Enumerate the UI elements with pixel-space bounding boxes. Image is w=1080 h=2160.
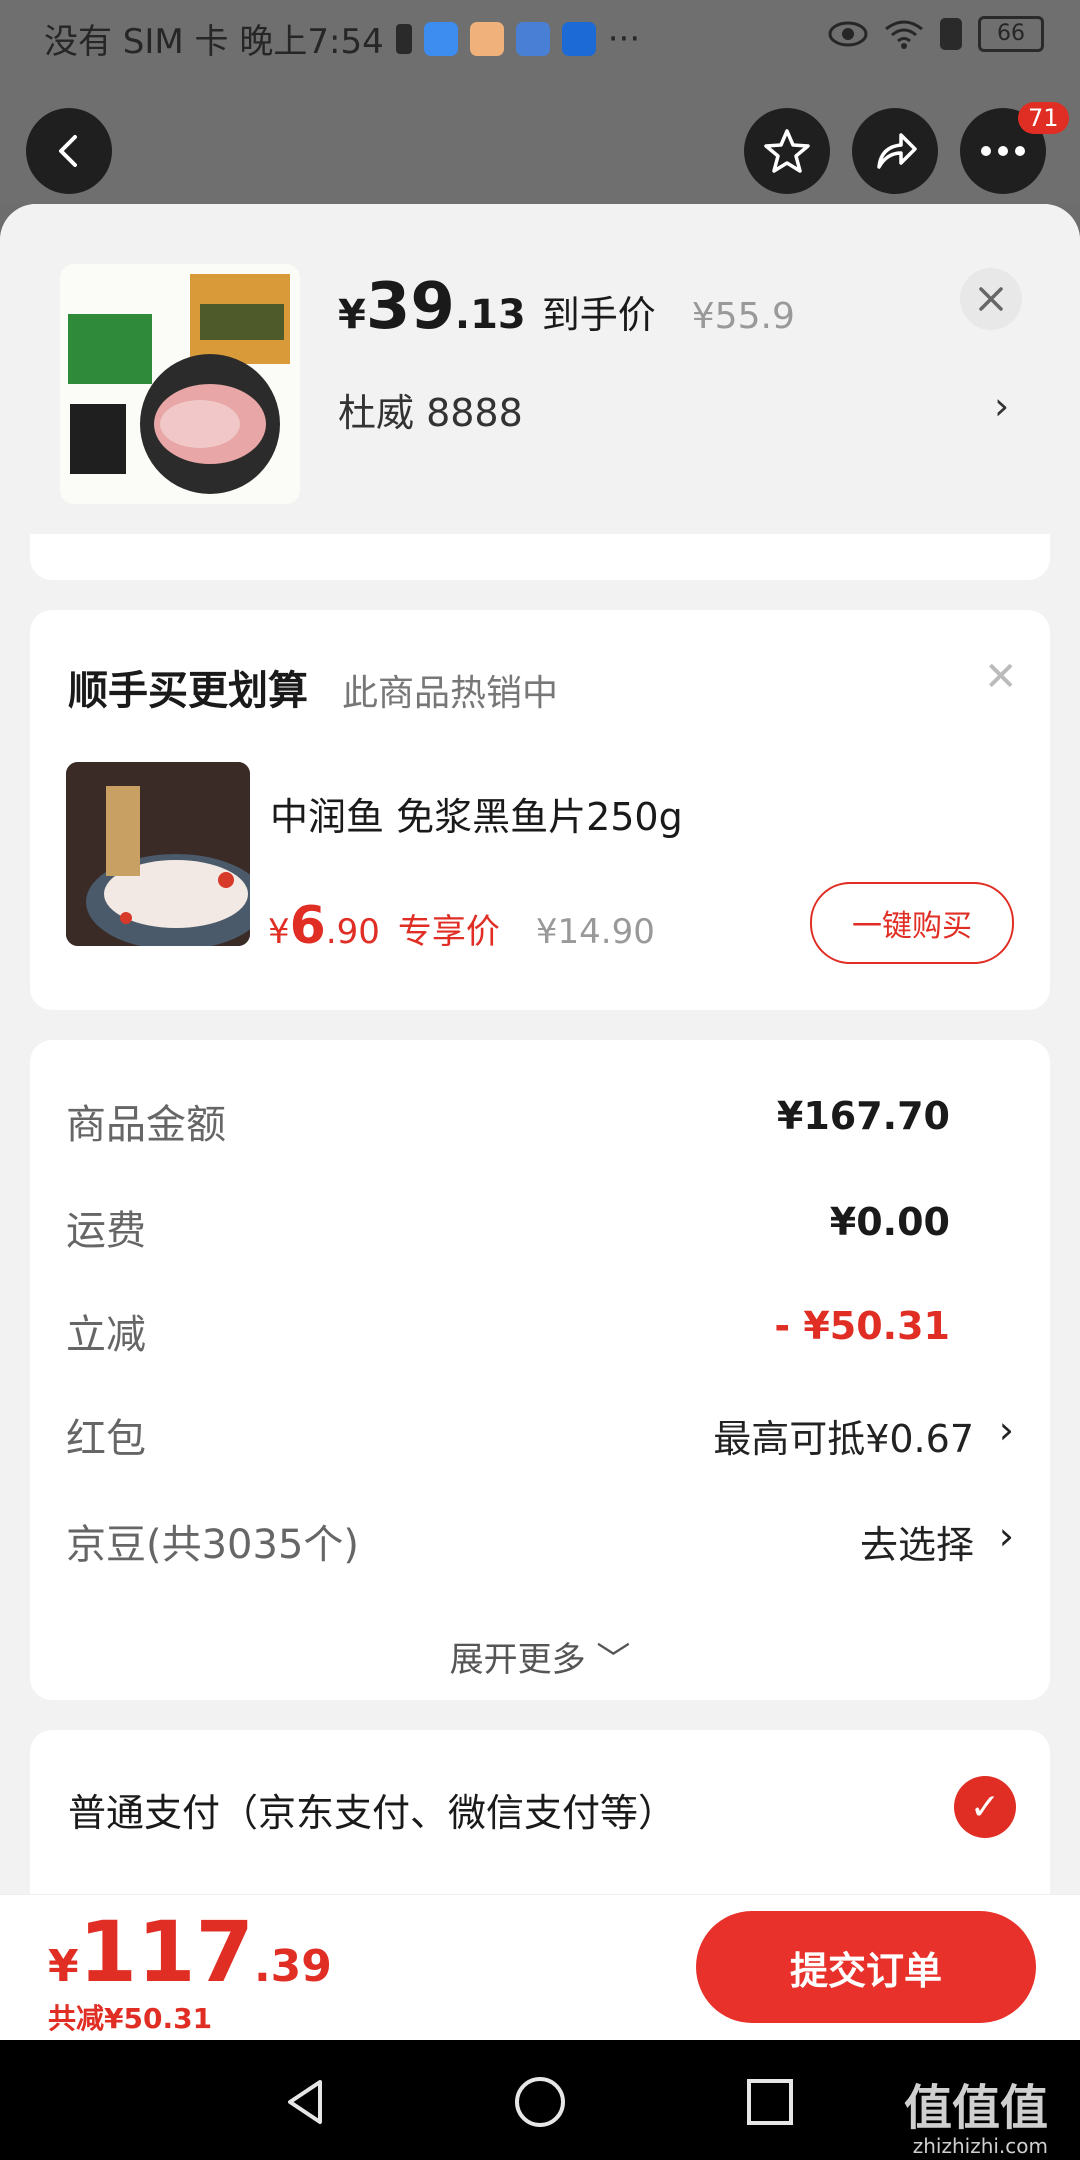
final-price-label: 到手价 xyxy=(541,293,656,337)
summary-label: 红包 xyxy=(66,1416,146,1462)
star-icon xyxy=(764,129,810,173)
upsell-currency: ¥ xyxy=(268,912,290,952)
close-icon xyxy=(979,287,1003,311)
chevron-down-icon: ﹀ xyxy=(596,1640,631,1680)
close-sheet-button[interactable] xyxy=(960,268,1022,330)
fish-fillet-image xyxy=(66,762,250,946)
summary-value: 最高可抵¥0.67 xyxy=(713,1417,974,1461)
nav-recents-icon[interactable] xyxy=(744,2076,796,2128)
favorite-button[interactable] xyxy=(744,108,830,194)
watermark-domain: zhizhizhi.com xyxy=(912,2134,1048,2158)
system-nav-bar: 值值值 zhizhizhi.com xyxy=(0,2040,1080,2160)
upsell-card: 顺手买更划算 此商品热销中 ✕ 中润鱼 免浆黑鱼片250g ¥ 6 .90 专享… xyxy=(30,610,1050,1010)
upsell-original-price: ¥14.90 xyxy=(535,912,655,952)
upsell-item-name[interactable]: 中润鱼 免浆黑鱼片250g xyxy=(270,786,683,841)
total-integer: 117 xyxy=(78,1903,254,2001)
upsell-close-icon[interactable]: ✕ xyxy=(984,654,1018,700)
top-nav: 71 xyxy=(0,74,1080,204)
upsell-price-decimal: .90 xyxy=(325,912,380,952)
summary-row-shipping: 运费 ¥0.00 xyxy=(66,1198,1014,1258)
summary-label: 京豆(共3035个) xyxy=(66,1522,360,1568)
collapsed-section-edge xyxy=(30,534,1050,580)
summary-row-discount: 立减 - ¥50.31 xyxy=(66,1302,1014,1362)
back-arrow-icon xyxy=(59,135,77,167)
nav-back-icon[interactable] xyxy=(280,2076,332,2128)
bulb-app-icon xyxy=(561,21,596,56)
cat-app-icon xyxy=(469,21,504,56)
total-decimal: .39 xyxy=(253,1941,332,1992)
watermark-text: 值值值 xyxy=(903,2080,1048,2136)
eye-icon xyxy=(828,21,868,47)
order-bar: ¥ 117 .39 共减¥50.31 提交订单 xyxy=(0,1894,1080,2041)
summary-label: 运费 xyxy=(66,1208,146,1254)
upsell-price-line: ¥ 6 .90 专享价 ¥14.90 xyxy=(268,896,655,956)
chevron-right-icon: › xyxy=(998,1408,1014,1452)
upsell-thumbnail[interactable] xyxy=(66,762,250,946)
status-bar: 没有 SIM 卡 晚上7:54 ··· 66 xyxy=(0,0,1080,74)
summary-value: ¥0.00 xyxy=(829,1200,950,1244)
wifi-icon xyxy=(885,20,923,49)
summary-row-goods-amount: 商品金额 ¥167.70 xyxy=(66,1092,1014,1152)
status-carrier-time: 没有 SIM 卡 晚上7:54 xyxy=(44,22,384,62)
summary-value: 去选择 xyxy=(859,1523,974,1567)
lamb-meat-image xyxy=(60,264,300,504)
summary-value: ¥167.70 xyxy=(776,1094,950,1138)
payment-selected-check-icon[interactable]: ✓ xyxy=(954,1776,1016,1838)
original-price: ¥55.9 xyxy=(691,296,795,337)
upsell-price-integer: 6 xyxy=(289,896,326,956)
price-decimal: .13 xyxy=(454,292,526,338)
summary-row-red-packet[interactable]: 红包 最高可抵¥0.67 › xyxy=(66,1406,1014,1466)
alert-icon xyxy=(395,23,412,54)
back-button[interactable] xyxy=(26,108,112,194)
expand-more-button[interactable]: 展开更多 ﹀ xyxy=(30,1632,1050,1681)
message-count-badge: 71 xyxy=(1018,102,1069,134)
compass-app-icon xyxy=(515,21,550,56)
shield-app-icon xyxy=(423,21,458,56)
chevron-right-icon: › xyxy=(998,1514,1014,1558)
more-dots-icon xyxy=(981,146,1025,156)
order-total: ¥ 117 .39 xyxy=(48,1903,332,2001)
one-click-buy-button[interactable]: 一键购买 xyxy=(810,882,1014,964)
price-integer: 39 xyxy=(365,270,455,344)
sim-alert-icon xyxy=(940,18,962,50)
upsell-title: 顺手买更划算 xyxy=(68,668,308,714)
share-button[interactable] xyxy=(852,108,938,194)
summary-label: 立减 xyxy=(66,1312,146,1358)
submit-order-button[interactable]: 提交订单 xyxy=(696,1911,1036,2023)
chevron-right-icon[interactable]: › xyxy=(994,384,1009,428)
payment-method-label[interactable]: 普通支付（京东支付、微信支付等） xyxy=(68,1782,676,1837)
product-price-line: ¥ 39 .13 到手价 ¥55.9 xyxy=(338,270,795,344)
total-saved: 共减¥50.31 xyxy=(48,2002,213,2035)
nav-home-icon[interactable] xyxy=(512,2074,568,2130)
summary-label: 商品金额 xyxy=(66,1102,226,1148)
summary-row-jd-beans[interactable]: 京豆(共3035个) 去选择 › xyxy=(66,1512,1014,1572)
order-summary-card: 商品金额 ¥167.70 运费 ¥0.00 立减 - ¥50.31 红包 最高可… xyxy=(30,1040,1050,1700)
product-spec[interactable]: 杜威 8888 xyxy=(338,382,523,437)
share-icon xyxy=(877,133,917,169)
more-notifications-icon: ··· xyxy=(607,18,641,59)
product-header: ¥ 39 .13 到手价 ¥55.9 杜威 8888 › xyxy=(0,204,1080,534)
summary-value: - ¥50.31 xyxy=(774,1304,950,1348)
watermark: 值值值 zhizhizhi.com xyxy=(904,2068,1048,2158)
upsell-price-tag: 专享价 xyxy=(397,912,500,952)
checkout-sheet: ¥ 39 .13 到手价 ¥55.9 杜威 8888 › 顺手买更划算 此商品热… xyxy=(0,204,1080,1894)
battery-indicator: 66 xyxy=(978,16,1044,52)
payment-method-card: 普通支付（京东支付、微信支付等） ✓ xyxy=(30,1730,1050,1894)
price-currency: ¥ xyxy=(338,292,366,338)
upsell-subtitle: 此商品热销中 xyxy=(342,673,559,714)
expand-more-label: 展开更多 xyxy=(449,1640,586,1680)
total-currency: ¥ xyxy=(48,1941,79,1992)
product-thumbnail[interactable] xyxy=(60,264,300,504)
